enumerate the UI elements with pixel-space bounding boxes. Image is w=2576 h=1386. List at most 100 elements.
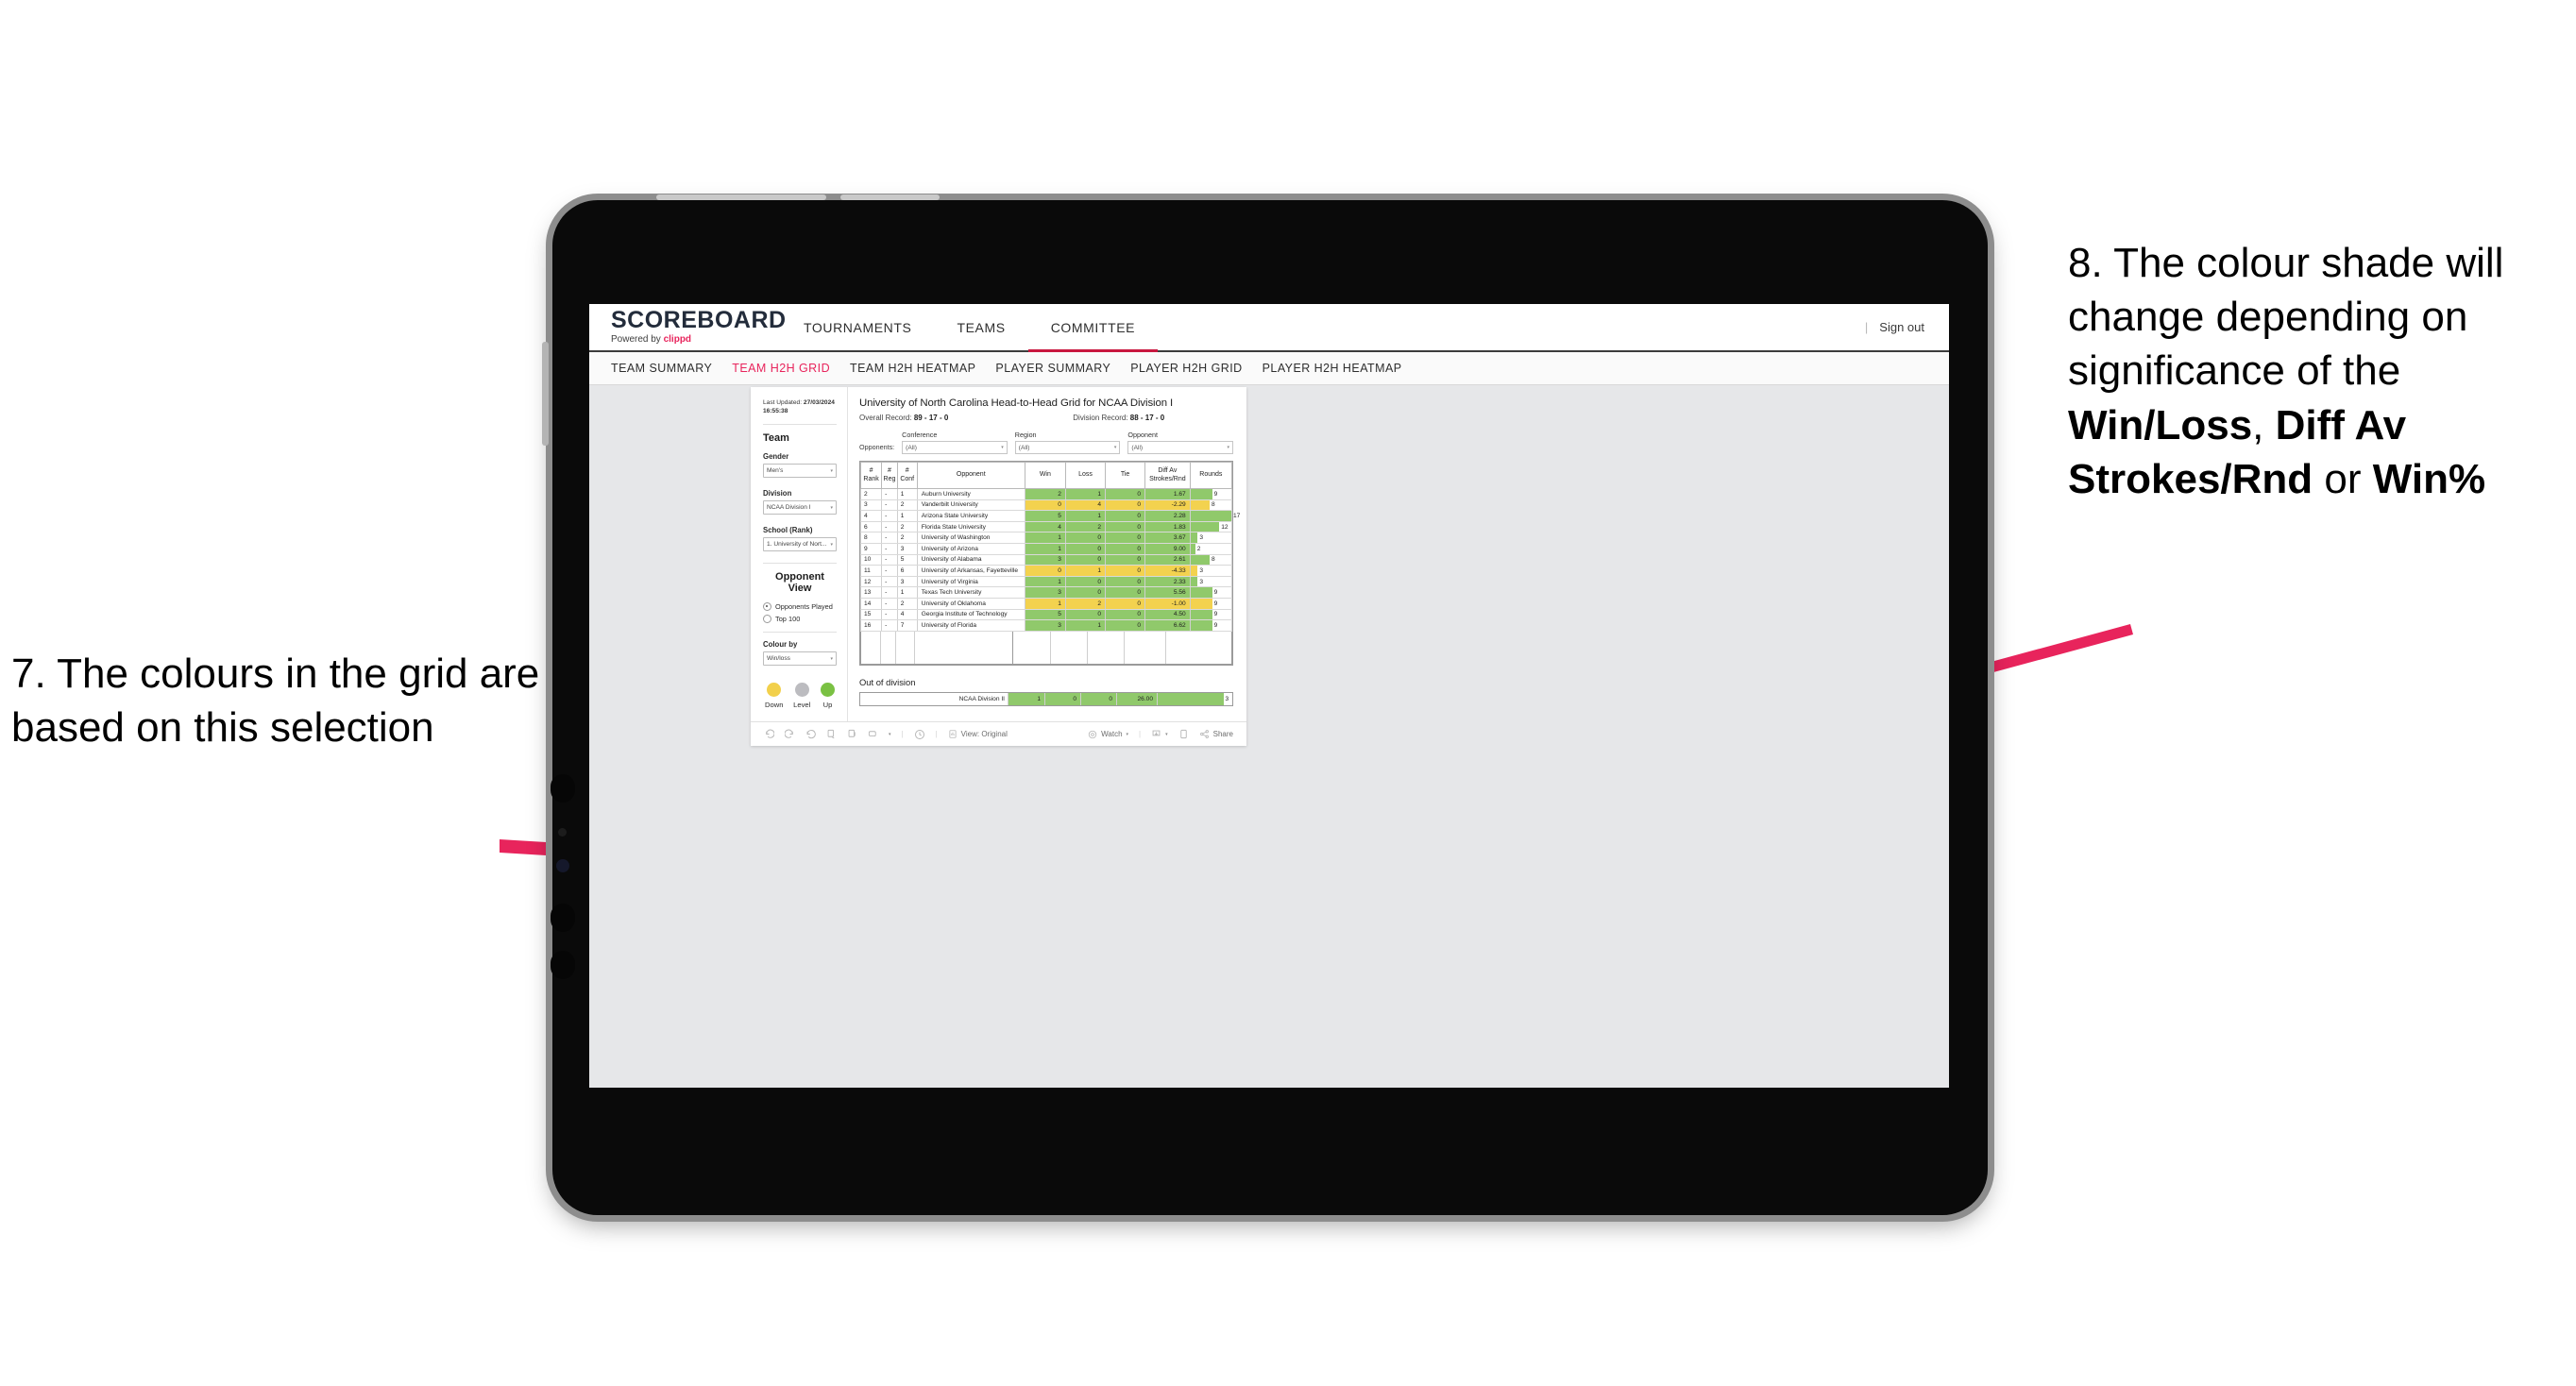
table-row[interactable]: 11-6 University of Arkansas, Fayetteville… <box>859 565 1233 577</box>
revert-icon[interactable] <box>805 729 816 739</box>
nav-item-teams[interactable]: TEAMS <box>934 304 1027 350</box>
table-body: 2-1 Auburn University 2 1 0 1.67 9 3-2 Vanderbil… <box>859 488 1240 632</box>
cell-tie: 0 <box>1105 543 1146 555</box>
download-button[interactable]: ▾ <box>1151 729 1168 739</box>
cell-win: 1 <box>1024 532 1066 544</box>
pause-updates-icon[interactable] <box>847 729 857 739</box>
table-row[interactable]: 4-1 Arizona State University 5 1 0 2.28 17 <box>859 510 1240 522</box>
cell-rank: 2 <box>859 488 883 500</box>
table-row[interactable]: 10-5 University of Alabama 3 0 0 2.61 8 <box>859 554 1233 566</box>
table-row[interactable]: 12-3 University of Virginia 1 0 0 2.33 3 <box>859 576 1233 588</box>
chevron-down-icon[interactable]: ▾ <box>889 732 891 737</box>
app-logo[interactable]: SCOREBOARD Powered by clippd <box>589 304 786 350</box>
cell-diff-av-strokes: 2.33 <box>1144 576 1191 588</box>
cell-tie: 0 <box>1105 488 1146 500</box>
cell-rank: 11 <box>859 565 883 577</box>
watch-label: Watch <box>1101 730 1123 738</box>
gender-select[interactable]: Men's ▾ <box>763 464 837 479</box>
annotation-left-text: 7. The colours in the grid are based on … <box>11 651 540 752</box>
cell-loss: 1 <box>1064 619 1107 632</box>
tab-player-h2h-grid[interactable]: PLAYER H2H GRID <box>1130 362 1262 375</box>
tab-team-summary[interactable]: TEAM SUMMARY <box>611 362 732 375</box>
tablet-side-button-a[interactable] <box>551 774 575 803</box>
tablet-top-speaker-2 <box>840 194 940 200</box>
share-button[interactable]: Share <box>1199 729 1233 739</box>
cell-rank: 9 <box>859 543 883 555</box>
filter-opponent-select[interactable]: (All) ▾ <box>1127 441 1233 454</box>
tablet-side-button-b[interactable] <box>551 904 575 932</box>
cell-loss: 4 <box>1064 499 1107 512</box>
colour-by-value: Win/loss <box>767 655 790 663</box>
cell-reg: - <box>881 488 898 500</box>
cell-reg: - <box>881 554 898 566</box>
cell-diff-av-strokes: 1.67 <box>1144 488 1191 500</box>
cell-reg: - <box>881 576 898 588</box>
cell-rounds: 3 <box>1189 565 1233 577</box>
legend-item-up: Up <box>820 683 835 710</box>
table-row[interactable]: 8-2 University of Washington 1 0 0 3.67 3 <box>859 532 1233 544</box>
filter-region-select[interactable]: (All) ▾ <box>1014 441 1121 454</box>
ood-diff: 26.00 <box>1117 692 1158 705</box>
cell-opponent: University of Virginia <box>916 576 1025 588</box>
undo-icon[interactable] <box>764 729 774 739</box>
cell-tie: 0 <box>1105 586 1146 599</box>
cell-conf: 5 <box>896 554 918 566</box>
tab-team-h2h-grid[interactable]: TEAM H2H GRID <box>732 362 850 375</box>
watch-button[interactable]: Watch ▾ <box>1088 730 1128 739</box>
radio-opponents-played[interactable]: Opponents Played <box>763 602 837 612</box>
cell-win: 3 <box>1024 554 1066 566</box>
opponents-label: Opponents: <box>859 443 895 451</box>
nav-item-committee[interactable]: COMMITTEE <box>1027 304 1159 352</box>
cell-reg: - <box>881 510 898 522</box>
table-row[interactable]: 3-2 Vanderbilt University 0 4 0 -2.29 8 <box>859 499 1233 512</box>
nav-item-tournaments[interactable]: TOURNAMENTS <box>781 304 934 350</box>
sign-out-link[interactable]: Sign out <box>1879 320 1924 334</box>
cell-rounds: 9 <box>1189 488 1233 500</box>
radio-top-100[interactable]: Top 100 <box>763 615 837 624</box>
rounds-value: 9 <box>1213 490 1218 498</box>
refresh-data-icon[interactable] <box>826 729 837 739</box>
table-row[interactable]: 2-1 Auburn University 2 1 0 1.67 9 <box>859 488 1233 500</box>
cell-reg: - <box>881 543 898 555</box>
clock-icon[interactable] <box>914 729 925 740</box>
cell-tie: 0 <box>1105 499 1146 512</box>
rounds-bar <box>1190 511 1231 521</box>
table-row[interactable]: 6-2 Florida State University 4 2 0 1.83 12 <box>859 521 1233 533</box>
division-select[interactable]: NCAA Division I ▾ <box>763 500 837 516</box>
school-rank-select[interactable]: 1. University of Nort... ▾ <box>763 537 837 552</box>
chevron-down-icon: ▾ <box>1126 731 1129 737</box>
cell-conf: 1 <box>896 586 918 599</box>
cell-conf: 6 <box>896 565 918 577</box>
filter-conference-select[interactable]: (All) ▾ <box>902 441 1008 454</box>
tab-player-summary[interactable]: PLAYER SUMMARY <box>995 362 1130 375</box>
rounds-value: 17 <box>1233 512 1241 519</box>
legend-item-level: Level <box>793 683 810 709</box>
filter-region-label: Region <box>1014 431 1037 439</box>
tab-team-h2h-heatmap[interactable]: TEAM H2H HEATMAP <box>850 362 995 375</box>
tab-player-h2h-heatmap[interactable]: PLAYER H2H HEATMAP <box>1263 362 1422 375</box>
col-reg: # Reg <box>881 462 898 489</box>
redo-icon[interactable] <box>785 729 795 739</box>
cell-rank: 15 <box>859 609 883 621</box>
device-layout-icon[interactable] <box>1178 729 1189 739</box>
division-record-label: Division Record: <box>1073 414 1128 422</box>
colour-by-select[interactable]: Win/loss ▾ <box>763 651 837 667</box>
table-row[interactable]: 15-4 Georgia Institute of Technology 5 0 0 4.… <box>859 609 1233 621</box>
ood-loss: 0 <box>1045 692 1081 705</box>
table-row[interactable]: 13-1 Texas Tech University 3 0 0 5.56 9 <box>859 586 1233 599</box>
cell-rank: 4 <box>859 510 883 522</box>
division-label: Division <box>763 489 792 499</box>
legend-label-up: Up <box>822 701 833 710</box>
highlight-icon[interactable] <box>868 729 878 739</box>
rounds-bar <box>1190 554 1211 566</box>
h2h-grid-table-wrapper[interactable]: # Rank # Reg # Conf Opponent Win Loss Tie D… <box>859 461 1240 666</box>
cell-reg: - <box>881 532 898 544</box>
rounds-bar <box>1190 609 1212 620</box>
ood-rounds-cell: 3 <box>1158 692 1232 705</box>
table-row[interactable]: 16-7 University of Florida 3 1 0 6.62 9 <box>859 619 1233 632</box>
tablet-side-button-c[interactable] <box>551 951 575 979</box>
table-row[interactable]: 9-3 University of Arizona 1 0 0 9.00 2 <box>859 543 1233 555</box>
view-original-button[interactable]: View: Original <box>948 729 1008 739</box>
table-row[interactable]: 14-2 University of Oklahoma 1 2 0 -1.00 9 <box>859 598 1233 610</box>
secondary-nav: TEAM SUMMARY TEAM H2H GRID TEAM H2H HEAT… <box>589 352 1949 385</box>
